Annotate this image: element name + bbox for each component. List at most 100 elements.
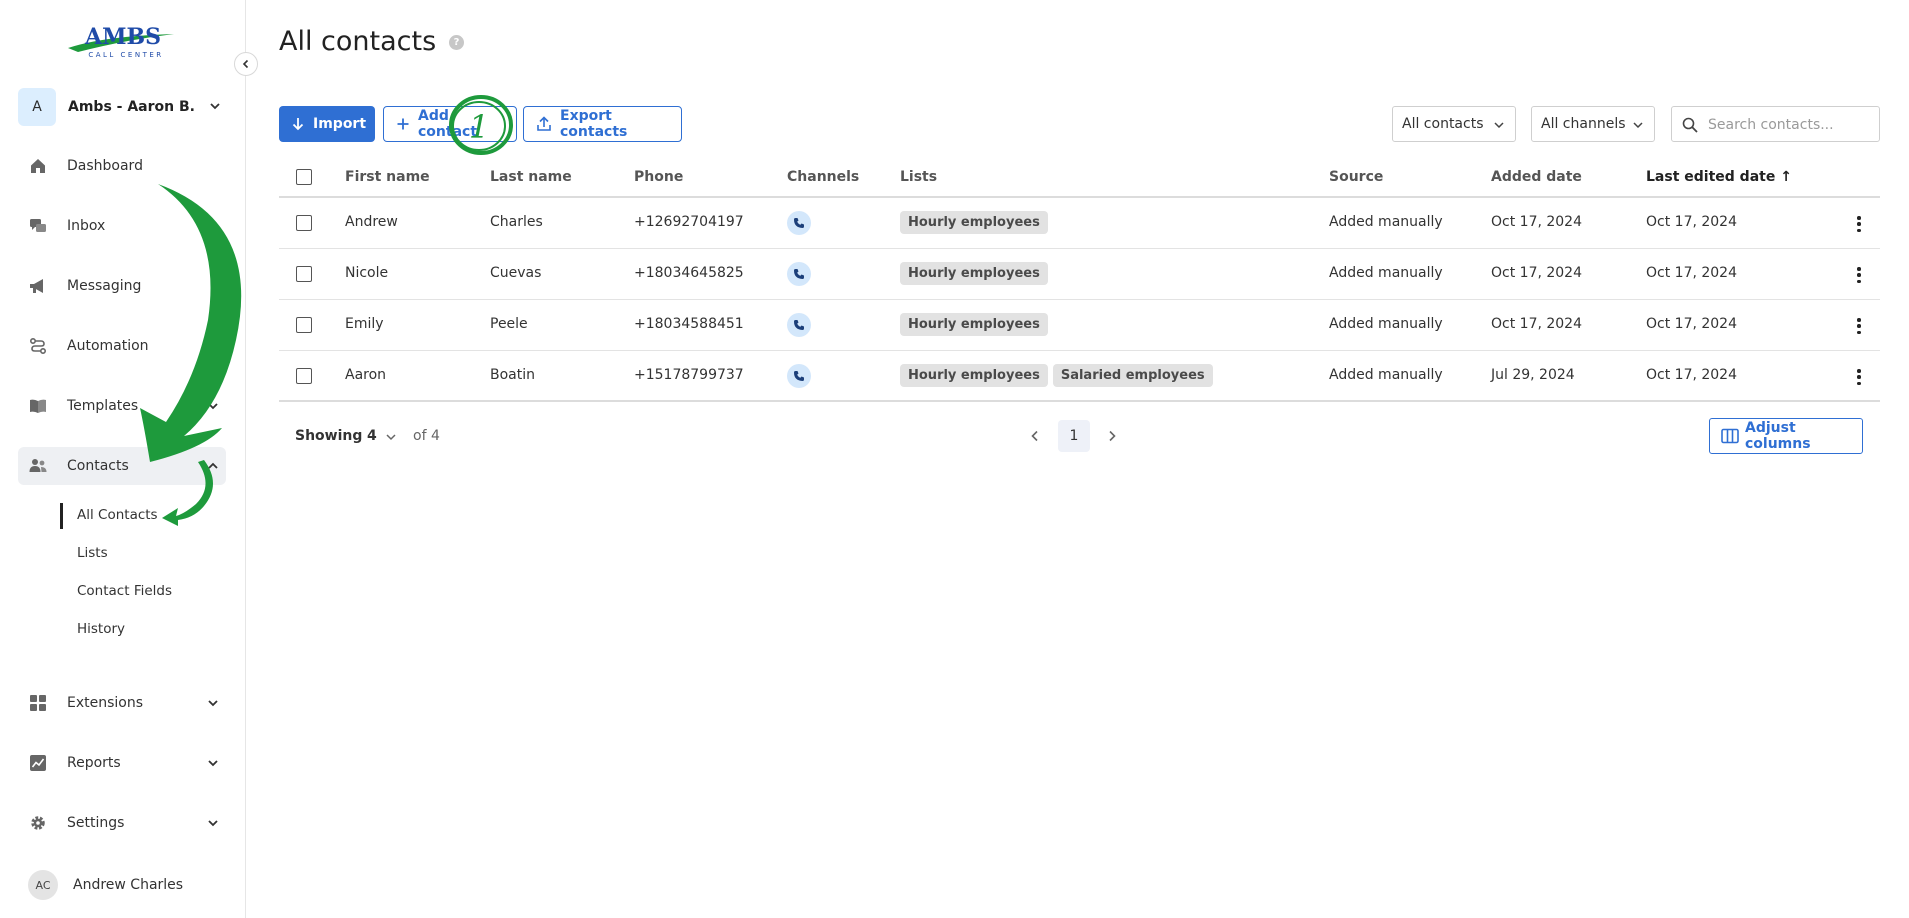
- help-icon[interactable]: ?: [449, 35, 464, 50]
- column-last-name[interactable]: Last name: [490, 169, 572, 185]
- cell-first-name: Nicole: [345, 265, 389, 281]
- phone-channel-icon: [787, 364, 811, 388]
- ambs-logo: AMBS CALL CENTER: [68, 24, 174, 59]
- column-phone[interactable]: Phone: [634, 169, 683, 185]
- route-icon: [29, 337, 47, 355]
- subnav-all-contacts[interactable]: All Contacts: [60, 501, 220, 529]
- contacts-filter-value: All contacts: [1402, 116, 1484, 132]
- workspace-switcher[interactable]: A Ambs - Aaron B...: [18, 88, 226, 126]
- book-icon: [30, 399, 46, 413]
- list-tag: Hourly employees: [900, 262, 1048, 285]
- sidebar-item-label: Contacts: [67, 458, 129, 474]
- phone-channel-icon: [787, 211, 811, 235]
- row-menu-icon[interactable]: [1850, 367, 1868, 387]
- sidebar-item-label: Templates: [67, 398, 139, 414]
- table-row[interactable]: Emily Peele +18034588451 Hourly employee…: [279, 300, 1880, 351]
- sidebar-item-reports[interactable]: Reports: [18, 744, 226, 782]
- chevron-down-icon[interactable]: [385, 431, 397, 443]
- chevron-down-icon: [210, 103, 220, 110]
- chevron-down-icon: [208, 403, 218, 410]
- row-checkbox[interactable]: [296, 266, 312, 282]
- app-root: AMBS CALL CENTER A Ambs - Aaron B... Das…: [0, 0, 1909, 918]
- subnav-history[interactable]: History: [60, 615, 220, 643]
- export-contacts-button[interactable]: Export contacts: [523, 106, 682, 142]
- cell-phone: +12692704197: [634, 214, 744, 230]
- table-row[interactable]: Andrew Charles +12692704197 Hourly emplo…: [279, 198, 1880, 249]
- sidebar-item-templates[interactable]: Templates: [18, 387, 226, 425]
- page-size-select[interactable]: 4: [367, 428, 377, 444]
- subnav-lists[interactable]: Lists: [60, 539, 220, 567]
- search-input[interactable]: [1708, 115, 1873, 135]
- workspace-name: Ambs - Aaron B...: [68, 99, 194, 115]
- search-icon: [1682, 117, 1698, 133]
- subnav-contact-fields[interactable]: Contact Fields: [60, 577, 220, 605]
- sidebar-item-automation[interactable]: Automation: [18, 327, 226, 365]
- svg-text:AMBS: AMBS: [84, 24, 161, 50]
- chart-icon: [30, 755, 46, 771]
- select-all-checkbox[interactable]: [296, 169, 312, 185]
- row-menu-icon[interactable]: [1850, 316, 1868, 336]
- sidebar-item-label: Inbox: [67, 218, 106, 234]
- cell-lists: Hourly employees: [900, 211, 1053, 234]
- page-number-button[interactable]: 1: [1058, 420, 1090, 452]
- list-tag: Hourly employees: [900, 364, 1048, 387]
- subnav-label: History: [77, 621, 126, 637]
- row-checkbox[interactable]: [296, 215, 312, 231]
- cell-lists: Hourly employees: [900, 262, 1053, 285]
- column-lists[interactable]: Lists: [900, 169, 937, 185]
- main-content: All contacts ? Import Add contact Export…: [247, 0, 1909, 918]
- table-row[interactable]: Nicole Cuevas +18034645825 Hourly employ…: [279, 249, 1880, 300]
- plus-icon: [397, 118, 409, 130]
- chat-icon: [30, 219, 46, 232]
- column-added-date[interactable]: Added date: [1491, 169, 1582, 185]
- list-tag: Hourly employees: [900, 211, 1048, 234]
- gear-icon: [31, 816, 45, 830]
- sidebar-item-label: Messaging: [67, 278, 142, 294]
- sidebar-item-extensions[interactable]: Extensions: [18, 684, 226, 722]
- channels-filter-value: All channels: [1541, 116, 1626, 132]
- contacts-filter-select[interactable]: All contacts: [1392, 106, 1516, 142]
- page-title: All contacts: [279, 26, 437, 57]
- row-checkbox[interactable]: [296, 368, 312, 384]
- next-page-button[interactable]: [1102, 425, 1122, 447]
- column-channels[interactable]: Channels: [787, 169, 859, 185]
- phone-channel-icon: [787, 262, 811, 286]
- sidebar-item-inbox[interactable]: Inbox: [18, 207, 226, 245]
- sidebar-item-settings[interactable]: Settings: [18, 804, 226, 842]
- cell-last-edited-date: Oct 17, 2024: [1646, 214, 1737, 230]
- cell-source: Added manually: [1329, 367, 1443, 383]
- collapse-sidebar-button[interactable]: [234, 52, 258, 76]
- cell-phone: +18034645825: [634, 265, 744, 281]
- previous-page-button[interactable]: [1025, 425, 1045, 447]
- user-profile[interactable]: AC Andrew Charles: [28, 870, 183, 900]
- sidebar-item-dashboard[interactable]: Dashboard: [18, 147, 226, 185]
- svg-text:CALL CENTER: CALL CENTER: [88, 51, 163, 59]
- column-source[interactable]: Source: [1329, 169, 1383, 185]
- cell-source: Added manually: [1329, 214, 1443, 230]
- chevron-down-icon: [208, 820, 218, 827]
- sidebar-item-messaging[interactable]: Messaging: [18, 267, 226, 305]
- total-count: of 4: [413, 428, 440, 444]
- cell-last-name: Cuevas: [490, 265, 542, 281]
- import-label: Import: [313, 116, 367, 132]
- list-tag: Hourly employees: [900, 313, 1048, 336]
- cell-last-edited-date: Oct 17, 2024: [1646, 367, 1737, 383]
- add-contact-button[interactable]: Add contact: [383, 106, 517, 142]
- table-row[interactable]: Aaron Boatin +15178799737 Hourly employe…: [279, 351, 1880, 402]
- row-menu-icon[interactable]: [1850, 265, 1868, 285]
- sidebar-item-contacts[interactable]: Contacts: [18, 447, 226, 485]
- chevron-left-icon: [1031, 430, 1038, 442]
- row-menu-icon[interactable]: [1850, 214, 1868, 234]
- megaphone-icon: [30, 279, 43, 293]
- channels-filter-select[interactable]: All channels: [1531, 106, 1655, 142]
- column-first-name[interactable]: First name: [345, 169, 430, 185]
- upload-icon: [537, 116, 551, 131]
- cell-phone: +15178799737: [634, 367, 744, 383]
- row-checkbox[interactable]: [296, 317, 312, 333]
- add-contact-label: Add contact: [418, 108, 478, 140]
- adjust-columns-button[interactable]: Adjust columns: [1709, 418, 1863, 454]
- user-name: Andrew Charles: [73, 877, 184, 893]
- column-last-edited-date[interactable]: Last edited date ↑: [1646, 169, 1792, 185]
- chevron-up-icon: [208, 462, 218, 469]
- import-button[interactable]: Import: [279, 106, 375, 142]
